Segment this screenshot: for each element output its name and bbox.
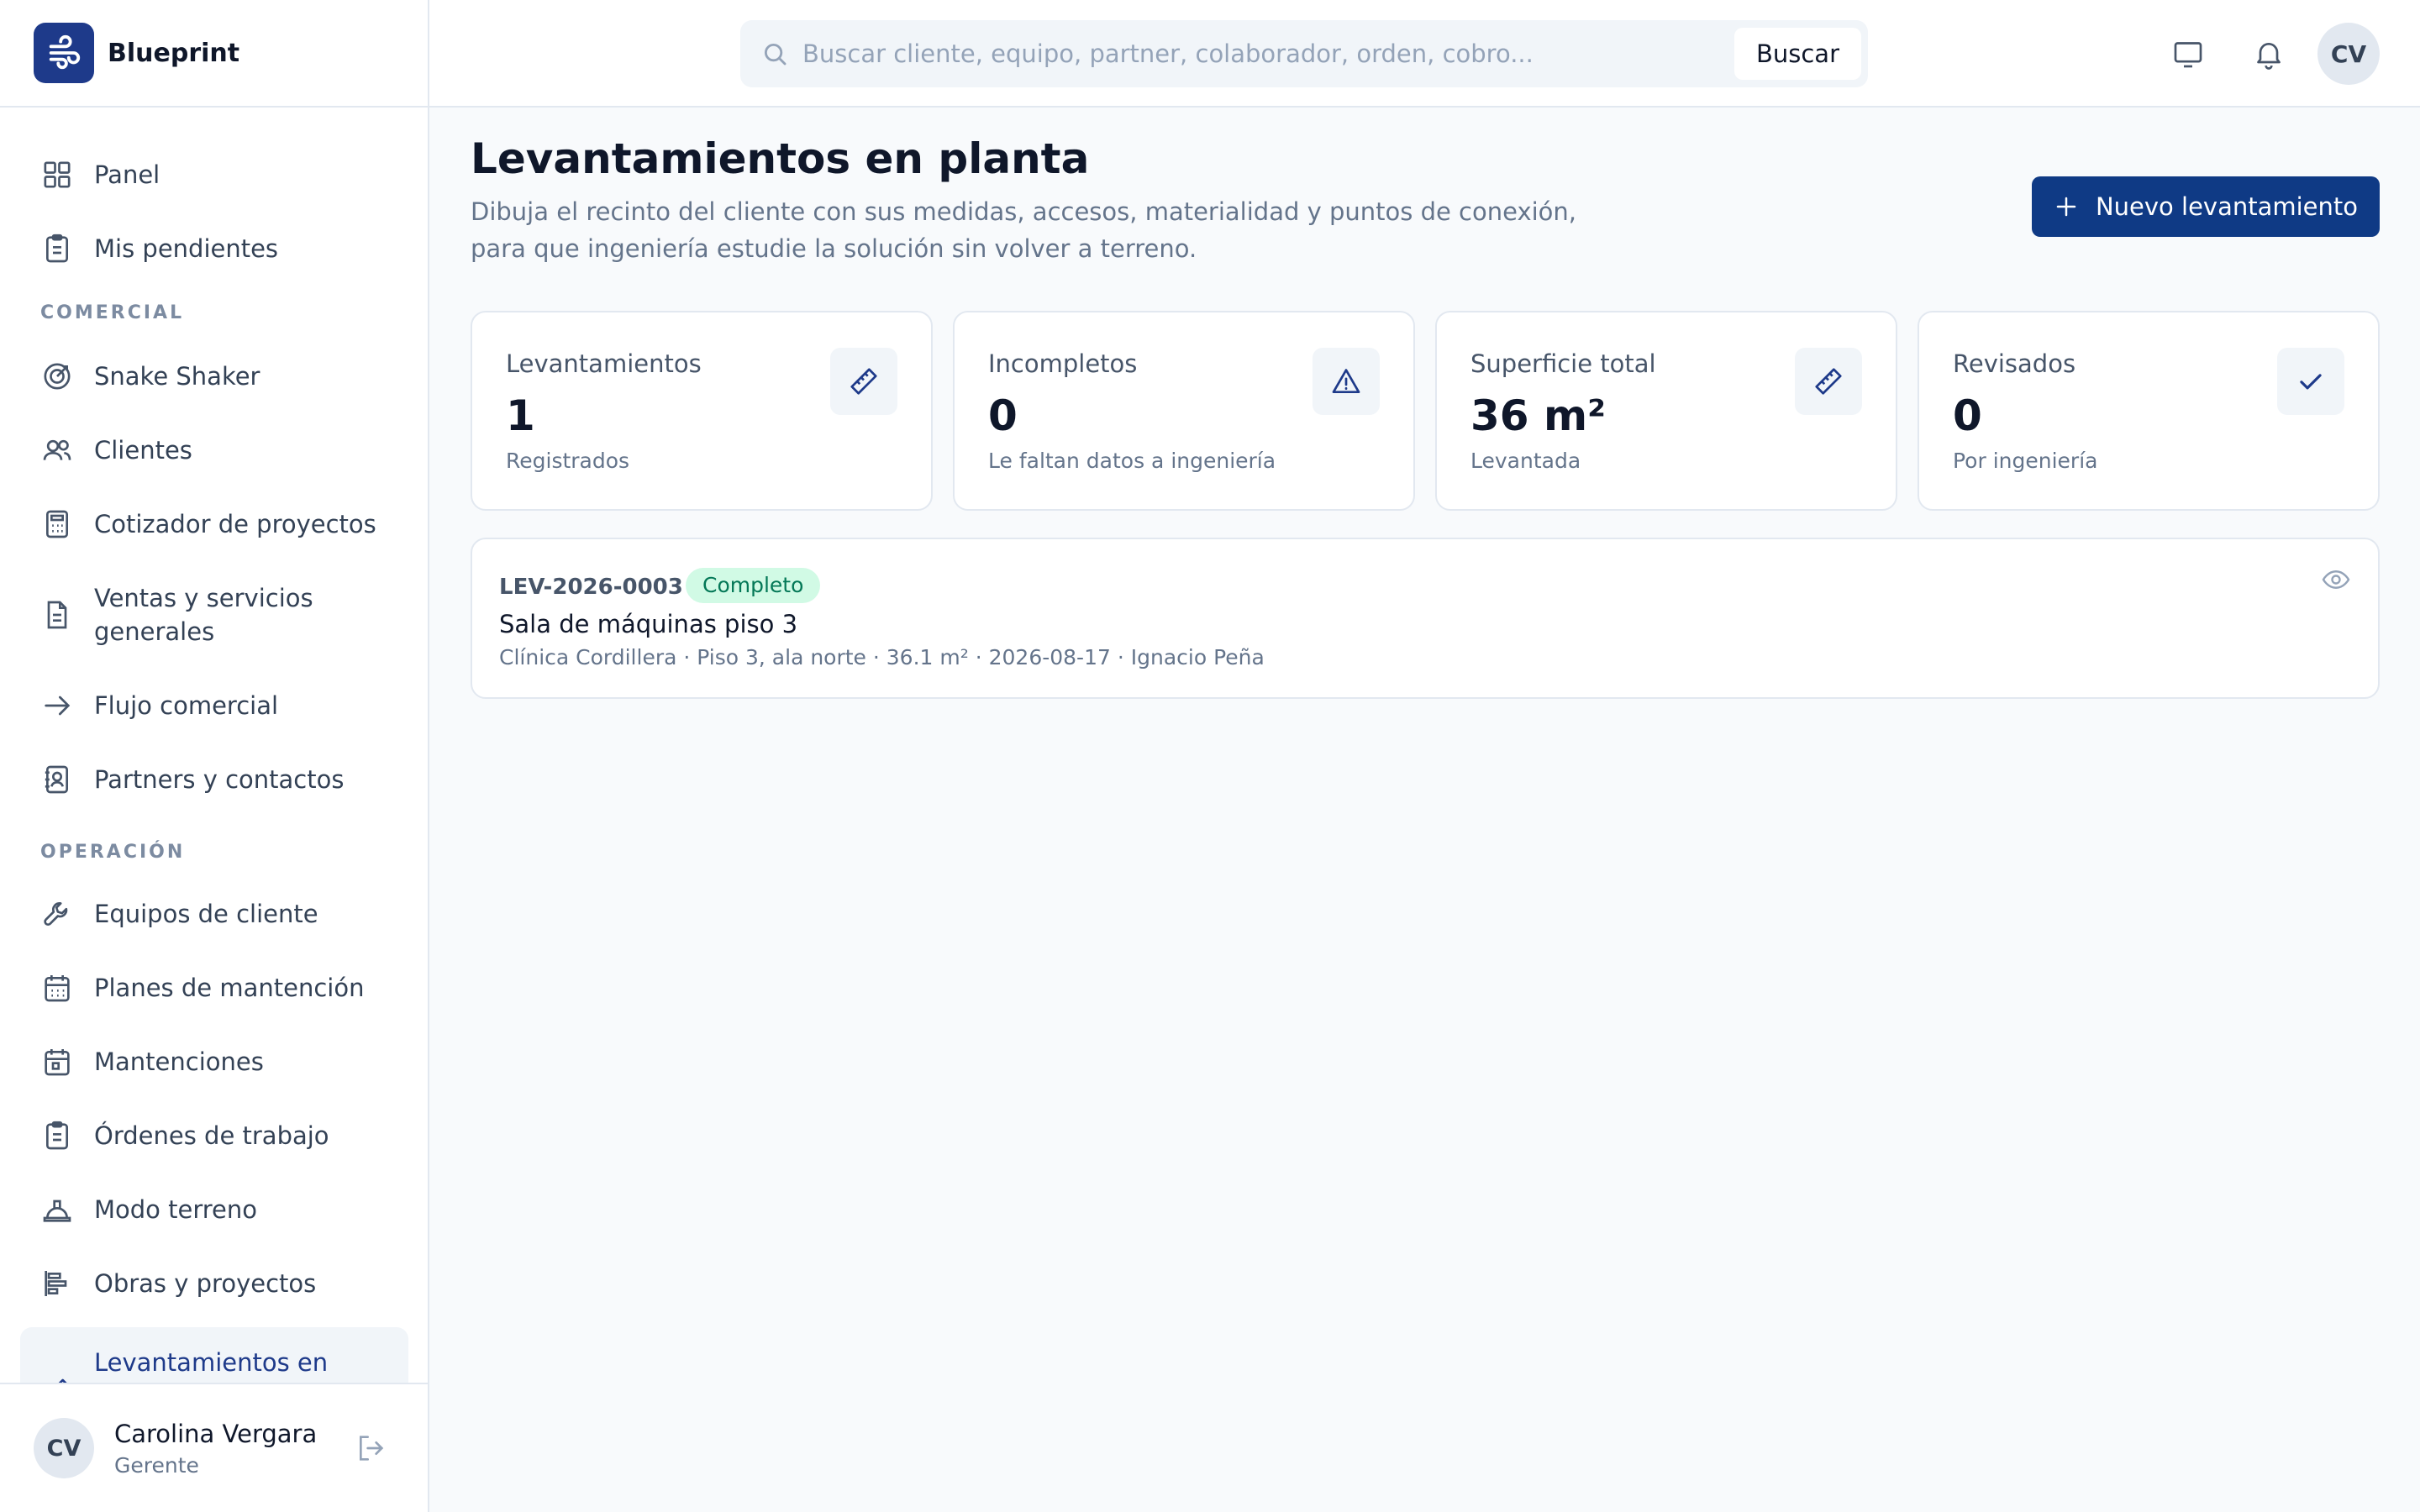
sidebar-item-planes[interactable]: Planes de mantención bbox=[20, 958, 408, 1018]
sidebar-item-label: Planes de mantención bbox=[94, 974, 365, 1002]
clipboard-icon bbox=[46, 234, 68, 263]
sidebar-item-label: Cotizador de proyectos bbox=[94, 510, 376, 538]
stat-value: 0 bbox=[1953, 391, 1982, 440]
stat-card-levantamientos: Levantamientos 1 Registrados bbox=[471, 311, 933, 511]
calculator-icon bbox=[46, 510, 68, 538]
page-description: Dibuja el recinto del cliente con sus me… bbox=[471, 197, 1577, 263]
sidebar-item-flujo-comercial[interactable]: Flujo comercial bbox=[20, 675, 408, 736]
sidebar-item-label: Modo terreno bbox=[94, 1195, 258, 1224]
sidebar-item-cotizador[interactable]: Cotizador de proyectos bbox=[20, 494, 408, 554]
sidebar-item-label: Mis pendientes bbox=[94, 234, 279, 263]
monitor-icon[interactable] bbox=[2171, 37, 2205, 71]
target-icon bbox=[44, 363, 71, 390]
users-icon bbox=[43, 439, 71, 460]
sidebar-item-label: Partners y contactos bbox=[94, 765, 345, 794]
sidebar-item-label: Equipos de cliente bbox=[94, 900, 318, 928]
logo-icon bbox=[34, 23, 94, 83]
ruler-icon bbox=[1795, 348, 1862, 415]
stat-sub: Le faltan datos a ingeniería bbox=[988, 449, 1276, 473]
sidebar-item-label: Flujo comercial bbox=[94, 691, 279, 720]
new-survey-label: Nuevo levantamiento bbox=[2095, 192, 2359, 221]
sidebar-item-obras[interactable]: Obras y proyectos bbox=[20, 1253, 408, 1314]
stat-label: Superficie total bbox=[1470, 349, 1656, 378]
stat-label: Revisados bbox=[1953, 349, 2076, 378]
sidebar-item-equipos[interactable]: Equipos de cliente bbox=[20, 884, 408, 944]
stat-sub: Registrados bbox=[506, 449, 630, 473]
wrench-icon bbox=[44, 902, 68, 927]
stat-card-incompletos: Incompletos 0 Le faltan datos a ingenier… bbox=[953, 311, 1415, 511]
ruler-icon bbox=[830, 348, 897, 415]
sidebar-nav: Panel Mis pendientes COMERCIAL Snake Sha… bbox=[0, 108, 428, 1383]
search-button[interactable]: Buscar bbox=[1733, 28, 1861, 80]
ruler-icon bbox=[58, 1378, 67, 1383]
page-title: Levantamientos en planta bbox=[471, 134, 1090, 183]
warning-icon bbox=[1313, 348, 1380, 415]
user-info: Carolina Vergara Gerente bbox=[114, 1420, 317, 1478]
record-meta: Clínica Cordillera · Piso 3, ala norte ·… bbox=[499, 645, 1265, 669]
logout-icon[interactable] bbox=[354, 1431, 387, 1465]
user-role: Gerente bbox=[114, 1452, 199, 1478]
user-box: CV Carolina Vergara Gerente bbox=[0, 1383, 428, 1512]
search-input[interactable] bbox=[802, 20, 1734, 87]
sidebar-item-label: Levantamientos en planta bbox=[94, 1348, 329, 1383]
stat-card-superficie: Superficie total 36 m² Levantada bbox=[1435, 311, 1897, 511]
check-icon bbox=[2277, 348, 2344, 415]
record-code: LEV-2026-0003 bbox=[499, 575, 683, 600]
search-icon bbox=[764, 43, 786, 66]
sidebar-item-label: Ventas y servicios generales bbox=[94, 584, 313, 646]
contact-icon bbox=[45, 765, 68, 794]
calendar-icon bbox=[45, 975, 70, 1002]
search-bar: Buscar bbox=[740, 20, 1868, 87]
list-item[interactable]: LEV-2026-0003 Completo Sala de máquinas … bbox=[471, 538, 2380, 699]
sidebar-item-panel[interactable]: Panel bbox=[20, 144, 408, 205]
stat-card-revisados: Revisados 0 Por ingeniería bbox=[1918, 311, 2380, 511]
stat-value: 36 m² bbox=[1470, 391, 1606, 440]
eye-icon[interactable] bbox=[2321, 564, 2351, 595]
sidebar-item-mis-pendientes[interactable]: Mis pendientes bbox=[20, 218, 408, 279]
sidebar-item-modo-terreno[interactable]: Modo terreno bbox=[20, 1179, 408, 1240]
brand[interactable]: Blueprint bbox=[0, 0, 428, 108]
status-badge: Completo bbox=[686, 568, 821, 603]
sidebar: Blueprint Panel Mis pendientes COMERCIAL… bbox=[0, 0, 429, 1512]
stat-value: 0 bbox=[988, 391, 1018, 440]
record-title: Sala de máquinas piso 3 bbox=[499, 610, 798, 638]
avatar[interactable]: CV bbox=[34, 1418, 94, 1478]
sidebar-item-label: Órdenes de trabajo bbox=[94, 1121, 329, 1150]
sidebar-item-ventas[interactable]: Ventas y servicios generales bbox=[20, 568, 408, 662]
section-title-operacion: OPERACIÓN bbox=[40, 842, 186, 863]
topbar: Buscar CV bbox=[429, 0, 2420, 108]
user-avatar[interactable]: CV bbox=[2317, 23, 2380, 85]
stat-sub: Levantada bbox=[1470, 449, 1581, 473]
file-icon bbox=[47, 601, 67, 629]
arrow-right-icon bbox=[45, 696, 71, 716]
sidebar-item-label: Mantenciones bbox=[94, 1047, 264, 1076]
user-name: Carolina Vergara bbox=[114, 1419, 318, 1448]
clipboard-list-icon bbox=[46, 1121, 68, 1150]
sidebar-item-mantenciones[interactable]: Mantenciones bbox=[20, 1032, 408, 1092]
gantt-icon bbox=[45, 1271, 67, 1296]
grid-icon bbox=[44, 161, 71, 188]
new-survey-button[interactable]: Nuevo levantamiento bbox=[2032, 176, 2380, 237]
sidebar-item-partners[interactable]: Partners y contactos bbox=[20, 749, 408, 810]
sidebar-item-snake-shaker[interactable]: Snake Shaker bbox=[20, 346, 408, 407]
sidebar-item-label: Clientes bbox=[94, 436, 192, 465]
sidebar-item-ordenes[interactable]: Órdenes de trabajo bbox=[20, 1105, 408, 1166]
stat-sub: Por ingeniería bbox=[1953, 449, 2098, 473]
sidebar-item-label: Panel bbox=[94, 160, 160, 189]
sidebar-item-levantamientos[interactable]: Levantamientos en planta bbox=[20, 1327, 408, 1383]
stat-label: Incompletos bbox=[988, 349, 1138, 378]
section-title-comercial: COMERCIAL bbox=[40, 302, 185, 323]
sidebar-item-label: Snake Shaker bbox=[94, 362, 260, 391]
calendar-check-icon bbox=[45, 1049, 70, 1076]
helmet-icon bbox=[43, 1200, 71, 1222]
app-name: Blueprint bbox=[108, 38, 240, 68]
bell-icon[interactable] bbox=[2252, 37, 2286, 71]
plus-icon bbox=[2056, 197, 2076, 217]
stat-value: 1 bbox=[506, 391, 535, 440]
stat-label: Levantamientos bbox=[506, 349, 702, 378]
sidebar-item-label: Obras y proyectos bbox=[94, 1269, 317, 1298]
sidebar-item-clientes[interactable]: Clientes bbox=[20, 420, 408, 480]
